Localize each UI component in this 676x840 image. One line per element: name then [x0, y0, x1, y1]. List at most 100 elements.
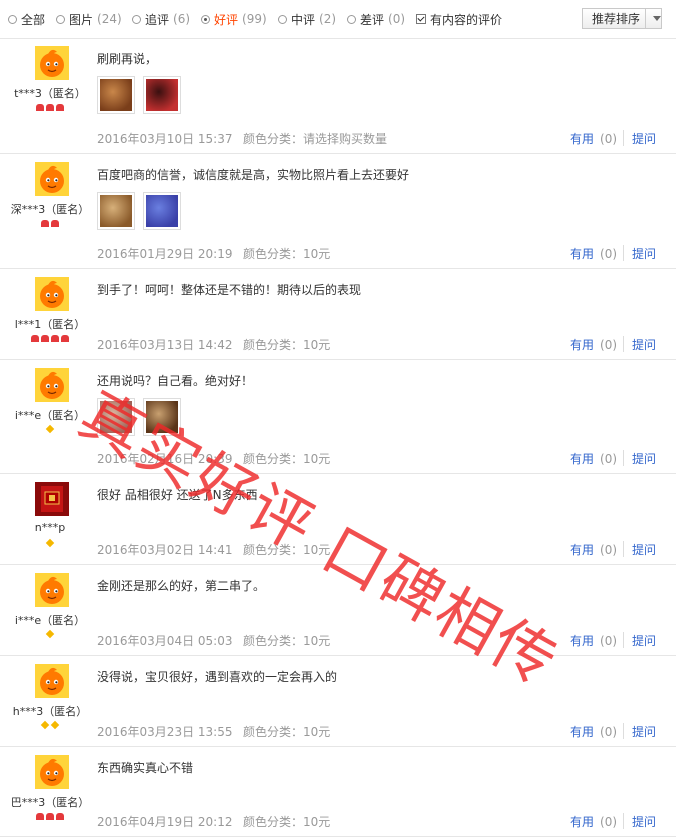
filter-neutral[interactable]: 中评 (2) [278, 11, 336, 27]
useful-label: 有用 [570, 634, 595, 648]
filter-has-content[interactable]: 有内容的评价 [416, 11, 502, 27]
rank-heart-icon [56, 104, 64, 111]
buyer-rank [0, 538, 100, 548]
buyer-rank [0, 220, 100, 227]
review-date: 2016年03月10日 15:37 [97, 132, 233, 146]
sku-info: 颜色分类：10元 [243, 543, 331, 557]
radio-icon[interactable] [278, 14, 287, 24]
rank-diamond-icon [40, 720, 50, 730]
sku-info: 颜色分类：10元 [243, 452, 331, 466]
review-photo[interactable] [143, 76, 181, 114]
useful-label: 有用 [570, 543, 595, 557]
review-content: 很好 品相很好 还送了N多东西 [97, 488, 258, 502]
filter-all[interactable]: 全部 [8, 11, 45, 27]
buyer-rank [0, 720, 100, 730]
review-content: 到手了！呵呵！整体还是不错的！期待以后的表现 [97, 283, 362, 297]
review-content: 金刚还是那么的好，第二串了。 [97, 579, 266, 593]
reviewer-name: 深***3（匿名） [10, 203, 90, 216]
useful-label: 有用 [570, 815, 595, 829]
avatar[interactable] [35, 755, 69, 789]
review-item: l***1（匿名） 到手了！呵呵！整体还是不错的！期待以后的表现 2016年03月1… [0, 269, 676, 360]
useful-button[interactable]: 有用 (0) [570, 632, 617, 649]
filter-photos[interactable]: 图片 (24) [56, 11, 122, 27]
useful-button[interactable]: 有用 (0) [570, 245, 617, 262]
review-item: t***3（匿名） 刷刷再说， 2016年03月10日 15:37 颜色分类：请选择购… [0, 38, 676, 154]
avatar[interactable] [35, 664, 69, 698]
buyer-rank [0, 813, 100, 820]
useful-count: (0) [600, 634, 618, 648]
useful-button[interactable]: 有用 (0) [570, 541, 617, 558]
filter-positive[interactable]: 好评 (99) [201, 11, 267, 27]
useful-count: (0) [600, 132, 618, 146]
rank-heart-icon [41, 220, 49, 227]
ask-button[interactable]: 提问 [632, 130, 656, 147]
radio-selected-icon[interactable] [201, 14, 210, 24]
useful-label: 有用 [570, 452, 595, 466]
divider [623, 450, 624, 466]
chevron-down-icon[interactable] [653, 16, 661, 21]
avatar[interactable] [35, 368, 69, 402]
sku-info: 颜色分类：10元 [243, 815, 331, 829]
ask-button[interactable]: 提问 [632, 245, 656, 262]
ask-button[interactable]: 提问 [632, 336, 656, 353]
ask-button[interactable]: 提问 [632, 541, 656, 558]
review-item: 深***3（匿名） 百度吧商的信誉，诚信度就是高，实物比照片看上去还要好 2016年… [0, 154, 676, 269]
reviewer-name: l***1（匿名） [14, 318, 86, 331]
divider [623, 723, 624, 739]
review-photos [97, 192, 181, 230]
review-photo[interactable] [143, 192, 181, 230]
useful-button[interactable]: 有用 (0) [570, 450, 617, 467]
sku-info: 颜色分类：10元 [243, 634, 331, 648]
avatar[interactable] [35, 46, 69, 80]
review-photo[interactable] [97, 76, 135, 114]
rank-diamond-icon [45, 424, 55, 434]
review-date: 2016年03月02日 14:41 [97, 543, 233, 557]
useful-label: 有用 [570, 247, 595, 261]
useful-count: (0) [600, 338, 618, 352]
review-content: 刷刷再说， [97, 52, 158, 66]
ask-button[interactable]: 提问 [632, 632, 656, 649]
ask-button[interactable]: 提问 [632, 723, 656, 740]
review-photo[interactable] [97, 398, 135, 436]
useful-button[interactable]: 有用 (0) [570, 130, 617, 147]
review-photos [97, 76, 181, 114]
avatar[interactable] [35, 162, 69, 196]
useful-label: 有用 [570, 725, 595, 739]
review-content: 还用说吗？自己看。绝对好！ [97, 374, 254, 388]
radio-icon[interactable] [132, 14, 141, 24]
review-photo[interactable] [143, 398, 181, 436]
rank-heart-icon [51, 335, 59, 342]
rank-diamond-icon [45, 629, 55, 639]
radio-icon[interactable] [56, 14, 65, 24]
filter-followup[interactable]: 追评 (6) [132, 11, 190, 27]
rank-heart-icon [41, 335, 49, 342]
ask-button[interactable]: 提问 [632, 450, 656, 467]
rank-heart-icon [31, 335, 39, 342]
useful-count: (0) [600, 452, 618, 466]
avatar[interactable] [35, 573, 69, 607]
buyer-rank [0, 335, 100, 342]
sku-info: 颜色分类：请选择购买数量 [243, 132, 388, 146]
avatar[interactable] [35, 277, 69, 311]
radio-icon[interactable] [347, 14, 356, 24]
useful-button[interactable]: 有用 (0) [570, 813, 617, 830]
divider [623, 541, 624, 557]
avatar[interactable] [35, 482, 69, 516]
buyer-rank [0, 424, 100, 434]
useful-button[interactable]: 有用 (0) [570, 336, 617, 353]
sort-dropdown[interactable]: 推荐排序 [582, 8, 662, 29]
useful-button[interactable]: 有用 (0) [570, 723, 617, 740]
review-photo[interactable] [97, 192, 135, 230]
rank-heart-icon [36, 813, 44, 820]
review-content: 没得说，宝贝很好，遇到喜欢的一定会再入的 [97, 670, 338, 684]
filter-negative[interactable]: 差评 (0) [347, 11, 405, 27]
rank-heart-icon [61, 335, 69, 342]
reviewer-name: i***e（匿名） [14, 614, 86, 627]
divider [645, 9, 646, 28]
reviewer-name: t***3（匿名） [14, 87, 86, 100]
checkbox-checked-icon[interactable] [416, 14, 426, 24]
ask-button[interactable]: 提问 [632, 813, 656, 830]
review-date: 2016年04月19日 20:12 [97, 815, 233, 829]
review-content: 东西确实真心不错 [97, 761, 194, 775]
radio-icon[interactable] [8, 14, 17, 24]
